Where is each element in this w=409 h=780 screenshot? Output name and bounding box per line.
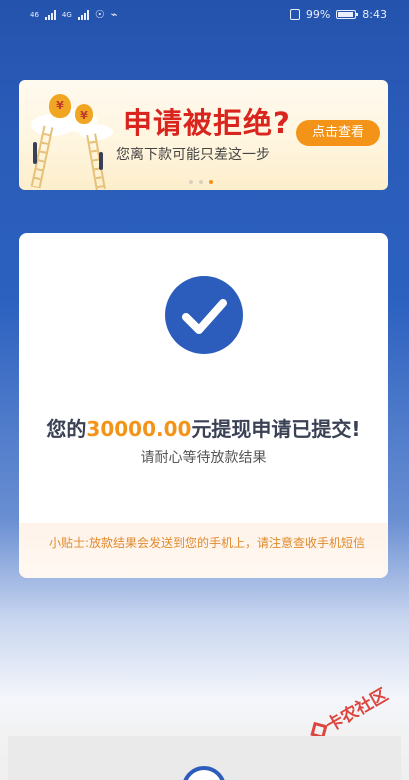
hotspot-icon: ⌁ xyxy=(110,8,118,21)
signal-icon-2 xyxy=(77,9,89,20)
signal-icon xyxy=(44,9,56,20)
banner-title: 申请被拒绝? xyxy=(123,106,291,140)
battery-percent: 99% xyxy=(305,8,331,21)
carousel-dot[interactable] xyxy=(189,180,193,184)
result-card: 您的30000.00元提现申请已提交! 请耐心等待放款结果 小贴士:放款结果会发… xyxy=(19,233,388,578)
money-bag-icon: ¥ xyxy=(75,104,93,124)
submission-headline: 您的30000.00元提现申请已提交! xyxy=(19,413,388,442)
watermark-text: 卡农社区 xyxy=(322,685,392,737)
banner-subtitle: 您离下款可能只差这一步 xyxy=(116,147,270,163)
sim1-label: 46 xyxy=(30,10,39,19)
status-bar: 46 4G ☉ ⌁ 99% 8:43 xyxy=(0,0,409,30)
person-icon xyxy=(33,142,37,164)
view-details-button[interactable]: 点击查看 xyxy=(296,120,380,146)
status-left: 46 4G ☉ ⌁ xyxy=(30,8,117,21)
battery-icon xyxy=(336,10,359,19)
wait-message: 请耐心等待放款结果 xyxy=(140,450,267,466)
carousel-dots xyxy=(189,180,213,184)
status-right: 99% 8:43 xyxy=(289,8,387,21)
tip-text: 小贴士:放款结果会发送到您的手机上，请注意查收手机短信 xyxy=(49,536,366,550)
carousel-dot[interactable] xyxy=(199,180,203,184)
person-icon xyxy=(99,152,103,170)
nfc-icon xyxy=(289,9,300,20)
money-bag-icon: ¥ xyxy=(49,94,71,118)
sim2-label: 4G xyxy=(61,10,72,19)
headline-prefix: 您的 xyxy=(46,417,87,441)
carousel-dot-active[interactable] xyxy=(209,180,213,184)
success-check-icon xyxy=(165,276,243,354)
app-screen: 46 4G ☉ ⌁ 99% 8:43 ¥ ¥ 申请被拒绝? 您离下款可能只差这一… xyxy=(0,0,409,780)
home-circle-button[interactable] xyxy=(182,766,226,780)
watermark-logo: 卡农社区 xyxy=(306,681,392,745)
tip-box: 小贴士:放款结果会发送到您的手机上，请注意查收手机短信 xyxy=(19,523,388,578)
bottom-bar xyxy=(8,736,401,780)
headline-suffix: 元提现申请已提交! xyxy=(191,417,361,441)
eye-icon: ☉ xyxy=(94,8,105,21)
promo-banner[interactable]: ¥ ¥ 申请被拒绝? 您离下款可能只差这一步 点击查看 xyxy=(19,80,388,190)
clock: 8:43 xyxy=(362,8,387,21)
withdrawal-amount: 30000.00 xyxy=(86,417,192,441)
